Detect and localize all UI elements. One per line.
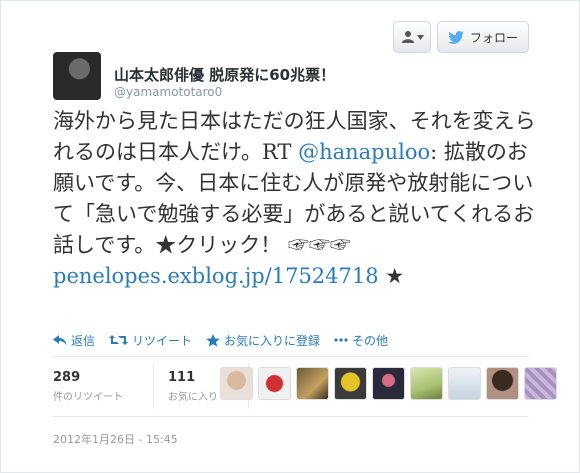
more-label: その他 (352, 333, 389, 348)
tweet-text-part: ★ (378, 264, 405, 288)
favoriter-avatar[interactable] (334, 367, 367, 400)
user-actions-button[interactable] (393, 21, 431, 53)
tweet-actions: 返信 リツイート お気に入りに登録 その他 (53, 330, 388, 350)
divider (53, 356, 529, 357)
retweet-icon (109, 335, 129, 345)
favorite-label: お気に入りに登録 (224, 333, 321, 348)
favoriter-avatar[interactable] (372, 367, 405, 400)
reply-icon (53, 334, 67, 345)
author-name[interactable]: 山本太郎俳優 脱原発に60兆票！ (114, 64, 335, 85)
user-icon (401, 31, 414, 43)
reply-label: 返信 (71, 333, 96, 348)
favorites-label: お気に入り (168, 391, 218, 403)
retweets-count: 289 (53, 369, 81, 385)
tweet-text: 海外から見た日本はただの狂人国家、それを変えられるのは日本人だけ。RT @han… (53, 106, 543, 292)
retweet-action[interactable]: リツイート (109, 332, 192, 349)
favoriters-avatars (220, 367, 557, 400)
tweet-card: フォロー 山本太郎俳優 脱原発に60兆票！ @yamamototaro0 海外か… (0, 0, 580, 473)
retweets-label: 件のリツイート (53, 391, 123, 403)
avatar[interactable] (53, 52, 101, 100)
author-handle[interactable]: @yamamototaro0 (114, 85, 222, 99)
favoriter-avatar[interactable] (296, 367, 329, 400)
favoriter-avatar[interactable] (410, 367, 443, 400)
more-dots-icon (334, 338, 348, 342)
retweets-stat[interactable]: 289 件のリツイート (53, 363, 154, 409)
timestamp[interactable]: 2012年1月26日 - 15:45 (53, 431, 178, 447)
more-action[interactable]: その他 (334, 332, 388, 349)
url-link[interactable]: penelopes.exblog.jp/17524718 (53, 264, 379, 288)
favorite-action[interactable]: お気に入りに登録 (206, 332, 320, 349)
mention-link[interactable]: @hanapuloo (298, 140, 430, 164)
favoriter-avatar[interactable] (220, 367, 253, 400)
favoriter-avatar[interactable] (448, 367, 481, 400)
star-icon (206, 333, 220, 347)
reply-action[interactable]: 返信 (53, 332, 95, 349)
favoriter-avatar[interactable] (486, 367, 519, 400)
twitter-bird-icon (447, 30, 464, 44)
favoriter-avatar[interactable] (524, 367, 557, 400)
chevron-down-icon (416, 34, 424, 40)
follow-button[interactable]: フォロー (437, 21, 529, 53)
favorites-count: 111 (168, 369, 196, 385)
retweet-label: リツイート (132, 333, 193, 348)
favoriter-avatar[interactable] (258, 367, 291, 400)
divider (53, 416, 529, 417)
follow-button-label: フォロー (469, 30, 518, 45)
